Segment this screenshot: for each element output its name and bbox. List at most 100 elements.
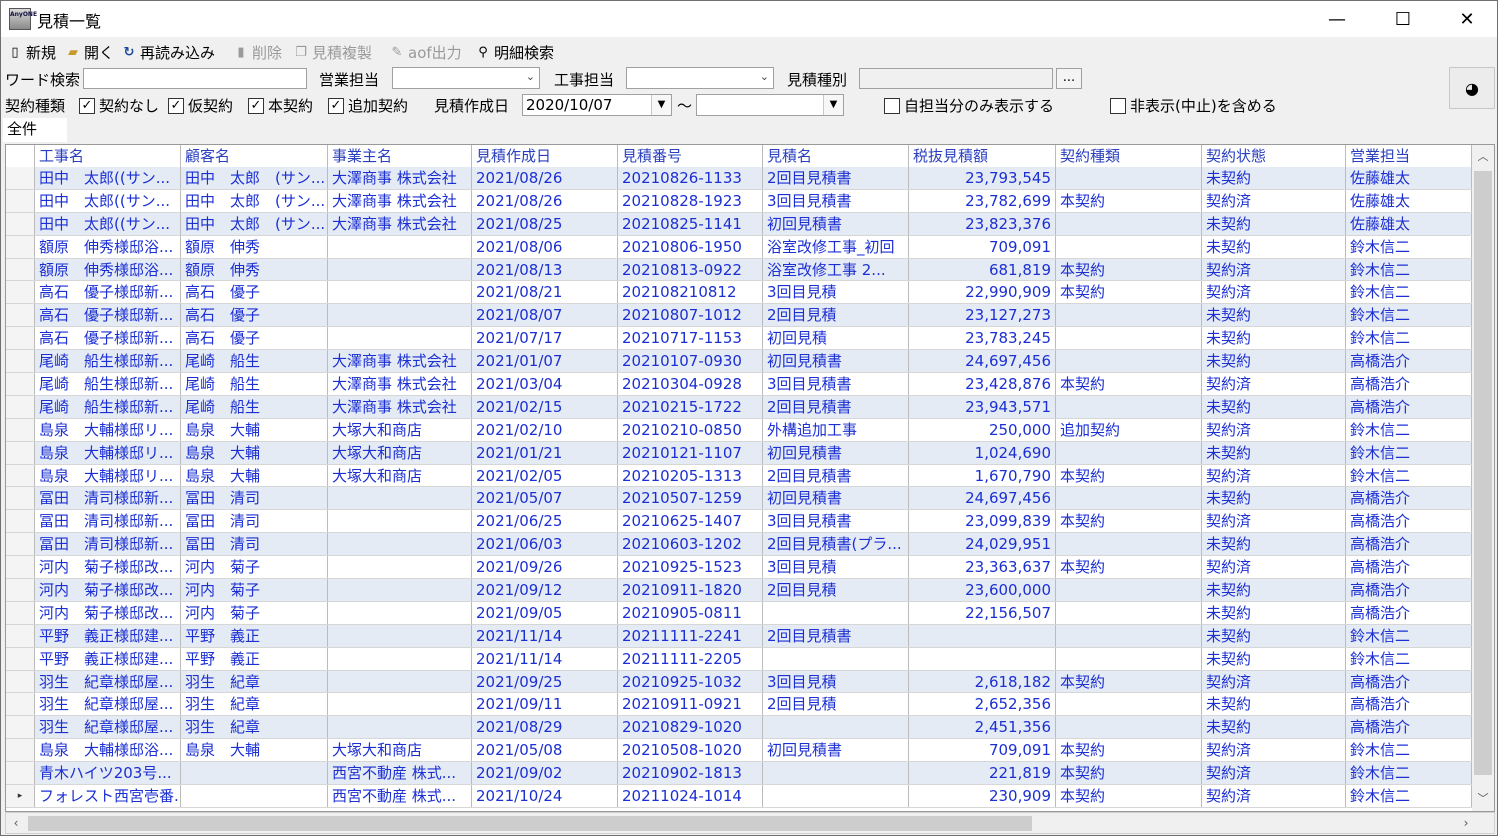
cell-amount[interactable]: 23,783,245 <box>909 327 1056 350</box>
cell-estimate-number[interactable]: 20210717-1153 <box>618 327 763 350</box>
cell-construction-name[interactable]: 冨田 清司様邸新... <box>35 510 181 533</box>
cell-owner-name[interactable]: 西宮不動産 株式... <box>328 762 472 785</box>
cell-contract-type[interactable] <box>1056 533 1202 556</box>
cell-contract-status[interactable]: 未契約 <box>1202 235 1346 258</box>
cell-amount[interactable]: 24,697,456 <box>909 487 1056 510</box>
cell-customer-name[interactable] <box>181 785 328 807</box>
cell-contract-status[interactable]: 契約済 <box>1202 189 1346 212</box>
vertical-scrollbar[interactable]: ︿ ﹀ <box>1472 145 1494 811</box>
cell-estimate-name[interactable]: 初回見積書 <box>763 212 909 235</box>
row-header[interactable] <box>6 418 35 441</box>
cell-created-date[interactable]: 2021/08/25 <box>472 212 618 235</box>
cell-construction-name[interactable]: 額原 伸秀様邸浴... <box>35 258 181 281</box>
table-row[interactable]: 田中 太郎((サン... 田中 太郎 (サン... 大澤商事 株式会社 2021/08… <box>6 212 1472 236</box>
cell-estimate-number[interactable]: 20210304-0928 <box>618 373 763 395</box>
cell-created-date[interactable]: 2021/08/06 <box>472 235 618 258</box>
cell-amount[interactable]: 23,099,839 <box>909 510 1056 533</box>
cell-contract-type[interactable]: 本契約 <box>1056 258 1202 281</box>
table-row[interactable]: 尾崎 船生様邸新... 尾崎 船生 大澤商事 株式会社 2021/01/07 20210… <box>6 350 1472 374</box>
cell-construction-name[interactable]: 額原 伸秀様邸浴... <box>35 235 181 258</box>
cell-estimate-number[interactable]: 20210121-1107 <box>618 441 763 464</box>
cell-estimate-name[interactable]: 2回目見積書 <box>763 464 909 487</box>
cell-estimate-name[interactable]: 2回目見積書(プラ... <box>763 533 909 556</box>
cell-contract-type[interactable] <box>1056 647 1202 670</box>
new-button[interactable]: ▯ 新規 <box>7 42 56 62</box>
delete-button[interactable]: ▮ 削除 <box>233 42 282 62</box>
table-row[interactable]: 田中 太郎((サン... 田中 太郎 (サン... 大澤商事 株式会社 2021/08… <box>6 167 1472 190</box>
cell-sales-rep[interactable]: 鈴木信二 <box>1346 647 1472 670</box>
cell-contract-type[interactable]: 本契約 <box>1056 510 1202 533</box>
estimate-type-picker-button[interactable]: ... <box>1056 68 1082 89</box>
cell-contract-type[interactable] <box>1056 395 1202 418</box>
column-header-sales-rep[interactable]: 営業担当 <box>1346 145 1472 167</box>
cell-construction-name[interactable]: 平野 義正様邸建... <box>35 647 181 670</box>
row-header[interactable] <box>6 235 35 258</box>
cell-sales-rep[interactable]: 佐藤雄太 <box>1346 212 1472 235</box>
cell-estimate-number[interactable]: 20210205-1313 <box>618 464 763 487</box>
cell-contract-status[interactable]: 未契約 <box>1202 716 1346 739</box>
cell-created-date[interactable]: 2021/05/08 <box>472 739 618 762</box>
cell-estimate-number[interactable]: 20210925-1523 <box>618 556 763 579</box>
cell-amount[interactable]: 2,618,182 <box>909 670 1056 693</box>
calendar-dropdown-icon[interactable]: ▼ <box>651 95 671 115</box>
cell-estimate-number[interactable]: 20210508-1020 <box>618 739 763 762</box>
cell-created-date[interactable]: 2021/01/07 <box>472 350 618 373</box>
table-row[interactable]: 羽生 紀章様邸屋... 羽生 紀章 2021/09/25 20210925-1032 3… <box>6 670 1472 694</box>
cell-owner-name[interactable] <box>328 235 472 258</box>
cell-sales-rep[interactable]: 高橋浩介 <box>1346 373 1472 395</box>
cell-sales-rep[interactable]: 佐藤雄太 <box>1346 167 1472 189</box>
table-row[interactable]: 冨田 清司様邸新... 冨田 清司 2021/06/25 20210625-1407 3… <box>6 510 1472 534</box>
row-header[interactable] <box>6 395 35 418</box>
cell-estimate-name[interactable]: 2回目見積 <box>763 304 909 327</box>
cell-construction-name[interactable]: 河内 菊子様邸改... <box>35 601 181 624</box>
cell-customer-name[interactable]: 額原 伸秀 <box>181 235 328 258</box>
row-header[interactable] <box>6 167 35 189</box>
cell-amount[interactable]: 23,793,545 <box>909 167 1056 189</box>
cell-created-date[interactable]: 2021/03/04 <box>472 373 618 395</box>
column-header-created-date[interactable]: 見積作成日 <box>472 145 618 167</box>
table-row[interactable]: 高石 優子様邸新... 高石 優子 2021/08/21 202108210812 3回… <box>6 281 1472 305</box>
cell-estimate-number[interactable]: 20210215-1722 <box>618 395 763 418</box>
cell-estimate-number[interactable]: 20210603-1202 <box>618 533 763 556</box>
cell-owner-name[interactable]: 大澤商事 株式会社 <box>328 395 472 418</box>
date-from-input[interactable]: 2020/10/07 ▼ <box>522 94 672 116</box>
cell-amount[interactable]: 709,091 <box>909 739 1056 762</box>
cell-customer-name[interactable]: 羽生 紀章 <box>181 670 328 693</box>
cell-created-date[interactable]: 2021/09/26 <box>472 556 618 579</box>
cell-estimate-number[interactable]: 20210829-1020 <box>618 716 763 739</box>
cell-contract-type[interactable] <box>1056 304 1202 327</box>
close-button[interactable]: ✕ <box>1435 1 1498 37</box>
cell-created-date[interactable]: 2021/11/14 <box>472 647 618 670</box>
cell-sales-rep[interactable]: 鈴木信二 <box>1346 258 1472 281</box>
cell-contract-status[interactable]: 契約済 <box>1202 373 1346 395</box>
cell-contract-status[interactable]: 未契約 <box>1202 167 1346 189</box>
cell-contract-status[interactable]: 契約済 <box>1202 670 1346 693</box>
cell-estimate-number[interactable]: 20210828-1923 <box>618 189 763 212</box>
cell-amount[interactable]: 221,819 <box>909 762 1056 785</box>
cell-construction-name[interactable]: 青木ハイツ203号... <box>35 762 181 785</box>
cell-contract-type[interactable] <box>1056 716 1202 739</box>
cell-estimate-name[interactable]: 浴室改修工事_初回 <box>763 235 909 258</box>
column-header-customer-name[interactable]: 顧客名 <box>181 145 328 167</box>
cell-contract-status[interactable]: 契約済 <box>1202 556 1346 579</box>
row-header[interactable] <box>6 693 35 716</box>
table-row[interactable]: 高石 優子様邸新... 高石 優子 2021/07/17 20210717-1153 初… <box>6 327 1472 351</box>
cell-sales-rep[interactable]: 鈴木信二 <box>1346 785 1472 807</box>
cell-owner-name[interactable] <box>328 304 472 327</box>
row-header[interactable] <box>6 373 35 395</box>
cell-created-date[interactable]: 2021/06/25 <box>472 510 618 533</box>
table-row[interactable]: ▸ フォレスト西宮壱番... 西宮不動産 株式... 2021/10/24 202110… <box>6 785 1472 808</box>
cell-construction-name[interactable]: 河内 菊子様邸改... <box>35 579 181 601</box>
cell-sales-rep[interactable]: 高橋浩介 <box>1346 579 1472 601</box>
cell-sales-rep[interactable]: 鈴木信二 <box>1346 281 1472 304</box>
construction-rep-select[interactable]: ⌄ <box>626 67 774 89</box>
detail-search-button[interactable]: ⚲ 明細検索 <box>475 42 554 62</box>
cell-estimate-number[interactable]: 20210210-0850 <box>618 418 763 441</box>
cell-construction-name[interactable]: 田中 太郎((サン... <box>35 189 181 212</box>
cell-created-date[interactable]: 2021/02/15 <box>472 395 618 418</box>
current-row-indicator-icon[interactable]: ▸ <box>6 785 35 807</box>
cell-estimate-number[interactable]: 20211111-2241 <box>618 624 763 647</box>
cell-amount[interactable]: 2,652,356 <box>909 693 1056 716</box>
horizontal-scrollbar[interactable]: ‹ › <box>5 812 1495 834</box>
cell-contract-type[interactable] <box>1056 579 1202 601</box>
